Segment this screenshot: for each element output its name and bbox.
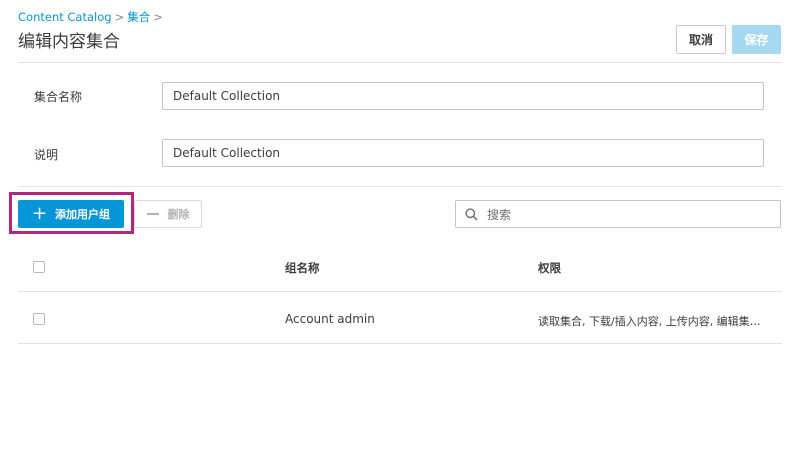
name-label: 集合名称 [34,90,83,104]
column-header-permissions[interactable]: 权限 [538,260,561,276]
description-label: 说明 [34,148,59,162]
add-user-group-button[interactable]: + 添加用户组 [18,200,124,228]
delete-label: 删除 [167,208,190,221]
divider [18,291,782,292]
page-title: 编辑内容集合 [18,32,120,52]
breadcrumb-separator: > [153,10,163,24]
permissions-cell: 读取集合, 下载/插入内容, 上传内容, 编辑集… [538,315,761,328]
column-header-name[interactable]: 组名称 [285,260,320,276]
description-input[interactable]: Default Collection [162,139,764,167]
group-name-cell: Account admin [285,312,375,326]
breadcrumb-root-link[interactable]: Content Catalog [18,10,112,24]
breadcrumb: Content Catalog > 集合 > [18,9,166,25]
search-icon [465,207,478,221]
save-button[interactable]: 保存 [732,25,781,54]
breadcrumb-current-link[interactable]: 集合 [127,10,150,24]
minus-icon [146,213,159,215]
select-all-checkbox[interactable] [33,261,45,273]
search-input[interactable]: 搜索 [455,200,781,228]
plus-icon: + [31,203,48,224]
divider [18,186,782,187]
divider [18,343,782,344]
row-checkbox[interactable] [33,313,45,325]
collection-name-input[interactable]: Default Collection [162,82,764,110]
divider [18,62,782,63]
search-placeholder: 搜索 [487,207,512,222]
cancel-button[interactable]: 取消 [676,25,726,54]
delete-button[interactable]: 删除 [134,200,202,228]
add-user-group-label: 添加用户组 [55,208,111,221]
breadcrumb-separator: > [114,10,125,24]
